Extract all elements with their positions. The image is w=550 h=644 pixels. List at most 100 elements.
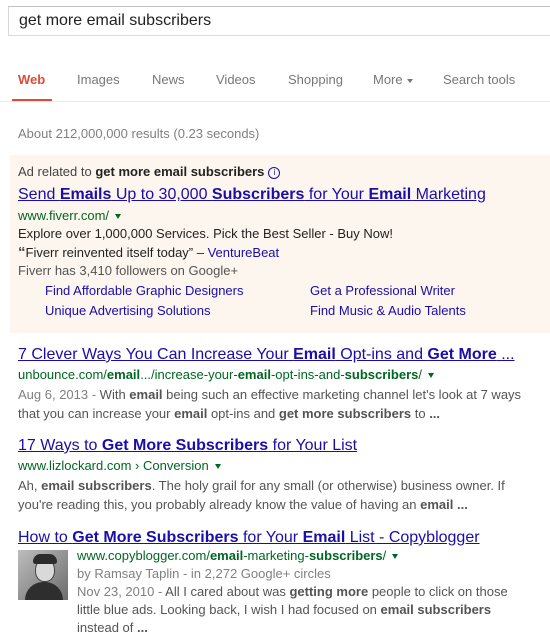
url-options-caret-icon[interactable]: [392, 554, 399, 560]
snippet-part: With: [99, 387, 130, 402]
quote-close: ” –: [188, 245, 208, 260]
snippet-bold: email subscribers: [380, 602, 492, 617]
tabs-divider: [0, 101, 550, 102]
result-snippet: Aug 6, 2013 - With email being such an e…: [18, 385, 538, 423]
snippet-part: being such an effective marketing channe…: [162, 387, 522, 402]
sitelink-professional-writer[interactable]: Get a Professional Writer: [310, 283, 455, 298]
result-url-text: www.lizlockard.com › Conversion: [18, 458, 209, 473]
url-part: /: [418, 367, 422, 382]
result-url: unbounce.com/email.../increase-your-emai…: [18, 367, 434, 382]
snippet-line: instead of ...: [77, 620, 148, 635]
title-bold: Get More Subscribers: [101, 437, 269, 454]
sitelink-music-audio[interactable]: Find Music & Audio Talents: [310, 303, 466, 318]
url-part: -opt-ins-and-: [270, 367, 345, 382]
search-query-text: get more email subscribers: [19, 12, 212, 29]
info-icon[interactable]: i: [268, 167, 281, 179]
snippet-bold: email: [420, 497, 454, 512]
tab-videos[interactable]: Videos: [216, 72, 256, 87]
url-part: .../increase-your-: [140, 367, 238, 382]
ad-title-part: for Your: [304, 186, 369, 203]
tab-shopping[interactable]: Shopping: [288, 72, 343, 87]
ad-title-bold: Emails: [59, 186, 112, 203]
ad-header-query: get more email subscribers: [95, 164, 265, 179]
url-bold: email: [209, 548, 244, 563]
result-stats: About 212,000,000 results (0.23 seconds): [18, 126, 260, 141]
snippet-bold: email subscribers: [41, 478, 152, 493]
url-bold: subscribers: [344, 367, 419, 382]
snippet-bold: ...: [457, 497, 468, 512]
result-snippet: Ah, email subscribers. The holy grail fo…: [18, 476, 538, 514]
snippet-part: that you can increase your: [18, 406, 175, 421]
snippet-part: people to click on those: [368, 584, 508, 599]
title-bold: Get More Subscribers: [72, 529, 239, 546]
ad-title-part: Send: [18, 186, 60, 203]
ad-review: “Fiverr reinvented itself today” – Ventu…: [18, 244, 279, 261]
snippet-part: instead of: [77, 620, 137, 635]
url-options-caret-icon[interactable]: [115, 214, 122, 220]
title-part: for Your: [238, 529, 303, 546]
snippet-bold: ...: [429, 406, 441, 421]
ad-title-part: Up to 30,000: [111, 186, 212, 203]
result-date: Aug 6, 2013 -: [18, 387, 100, 402]
tab-news[interactable]: News: [152, 72, 185, 87]
title-part: ...: [496, 346, 515, 363]
ad-header: Ad related to get more email subscribers…: [18, 164, 281, 179]
snippet-part: Ah,: [18, 478, 42, 493]
tab-more-label: More: [373, 72, 403, 87]
snippet-part: little blue ads. Looking back, I wish I …: [77, 602, 381, 617]
tab-images[interactable]: Images: [77, 72, 120, 87]
tab-web[interactable]: Web: [18, 72, 45, 87]
snippet-line: little blue ads. Looking back, I wish I …: [77, 602, 491, 617]
result-title-link[interactable]: How to Get More Subscribers for Your Ema…: [18, 529, 480, 547]
snippet-bold: getting more: [289, 584, 369, 599]
title-bold: Email: [293, 346, 336, 363]
ad-block: Ad related to get more email subscribers…: [10, 155, 550, 333]
ad-title-part: Marketing: [411, 186, 486, 203]
title-part: 7 Clever Ways You Can Increase Your: [18, 346, 294, 363]
snippet-part: you're reading this, you probably alread…: [18, 497, 421, 512]
snippet-part: All I cared about was: [165, 584, 290, 599]
title-part: List - Copyblogger: [345, 529, 480, 546]
result-title-link[interactable]: 17 Ways to Get More Subscribers for Your…: [18, 437, 357, 455]
url-bold: email: [106, 367, 141, 382]
author-avatar[interactable]: [18, 550, 68, 600]
snippet-part: . The holy grail for any small (or other…: [151, 478, 505, 493]
snippet-part: to: [411, 406, 430, 421]
search-input[interactable]: get more email subscribers: [8, 6, 550, 36]
ad-review-source-link[interactable]: VentureBeat: [208, 245, 280, 260]
sitelink-graphic-designers[interactable]: Find Affordable Graphic Designers: [45, 283, 243, 298]
url-options-caret-icon[interactable]: [214, 464, 221, 470]
tab-search-tools[interactable]: Search tools: [443, 72, 515, 87]
result-author[interactable]: by Ramsay Taplin - in 2,272 Google+ circ…: [77, 566, 331, 581]
url-part: -marketing-: [243, 548, 309, 563]
sitelink-advertising-solutions[interactable]: Unique Advertising Solutions: [45, 303, 211, 318]
url-bold: subscribers: [308, 548, 383, 563]
title-bold: Email: [302, 529, 346, 546]
chevron-down-icon: [406, 78, 413, 83]
ad-review-text: Fiverr reinvented itself today: [25, 245, 189, 260]
result-title-link[interactable]: 7 Clever Ways You Can Increase Your Emai…: [18, 346, 515, 364]
url-part: /: [382, 548, 387, 563]
ad-followers: Fiverr has 3,410 followers on Google+: [18, 263, 239, 278]
snippet-line: Ah, email subscribers. The holy grail fo…: [18, 476, 538, 495]
ad-title-link[interactable]: Send Emails Up to 30,000 Subscribers for…: [18, 186, 486, 204]
ad-header-prefix: Ad related to: [18, 164, 96, 179]
url-part: www.copyblogger.com/: [77, 548, 210, 563]
ad-url: www.fiverr.com/: [18, 208, 122, 223]
avatar-hair: [33, 554, 57, 564]
snippet-bold: email: [129, 387, 163, 402]
search-tabs: Web Images News Videos Shopping More Sea…: [0, 72, 550, 92]
snippet-part: opt-ins and: [207, 406, 279, 421]
snippet-line: that you can increase your email opt-ins…: [18, 404, 538, 423]
ad-title-bold: Subscribers: [211, 186, 305, 203]
title-part: 17 Ways to: [18, 437, 102, 454]
ad-description: Explore over 1,000,000 Services. Pick th…: [18, 226, 394, 241]
url-options-caret-icon[interactable]: [427, 373, 434, 379]
url-part: unbounce.com/: [18, 367, 107, 382]
snippet-line: Aug 6, 2013 - With email being such an e…: [18, 385, 538, 404]
title-bold: Get More: [427, 346, 497, 363]
tab-more[interactable]: More: [373, 72, 413, 87]
snippet-bold: get more subscribers: [278, 406, 412, 421]
snippet-line: you're reading this, you probably alread…: [18, 495, 538, 514]
result-url: www.lizlockard.com › Conversion: [18, 458, 221, 473]
